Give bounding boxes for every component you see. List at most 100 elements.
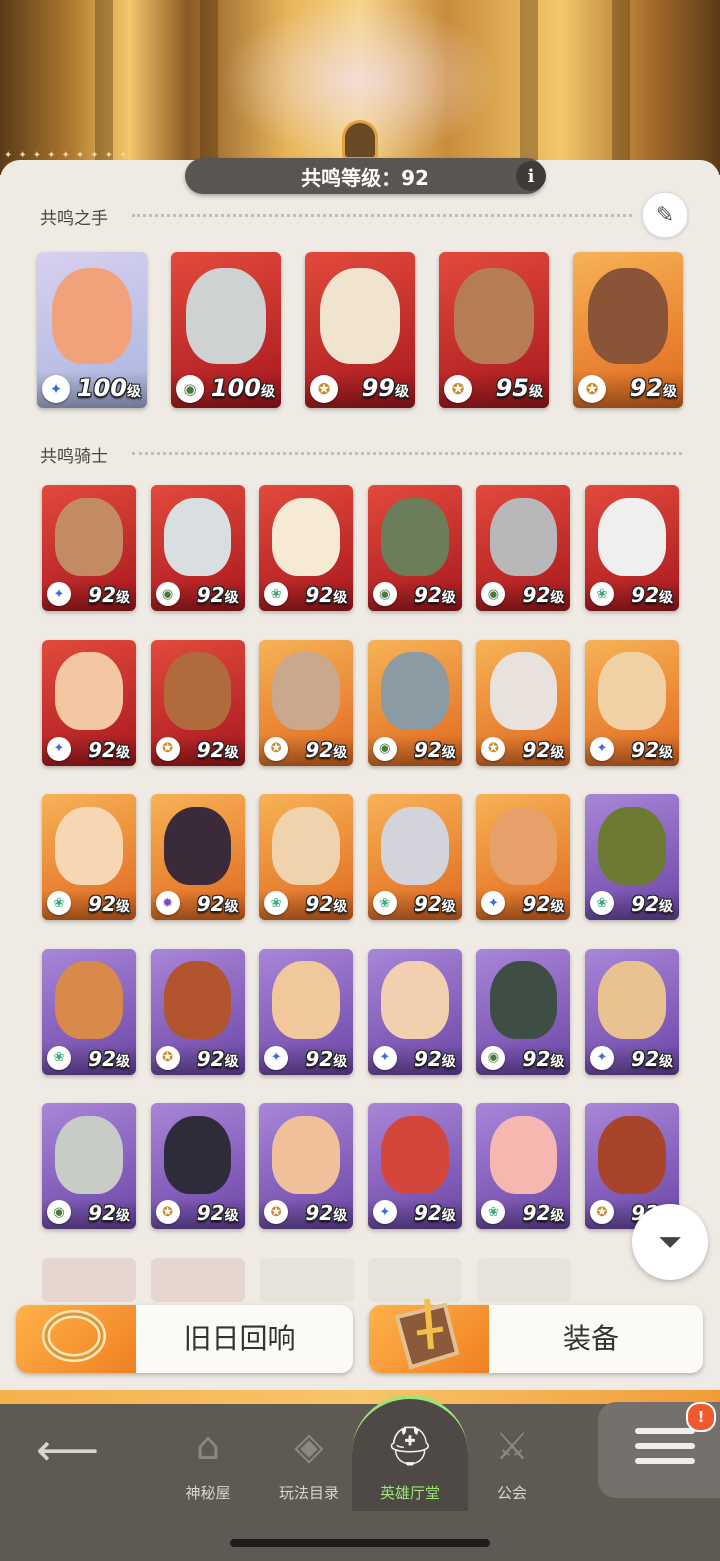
level-number: 92 — [196, 1201, 225, 1225]
hero-card[interactable]: ✦ 92级 — [42, 485, 136, 611]
quill-icon: ✎ — [655, 202, 675, 228]
hero-level: 92级 — [88, 1047, 130, 1071]
hero-level: 92级 — [88, 1201, 130, 1225]
hero-portrait — [55, 652, 123, 731]
info-button[interactable]: i — [516, 161, 546, 191]
nav-item-label: 英雄厅堂 — [379, 1484, 440, 1502]
faction-emblem-icon: ◉ — [481, 1045, 506, 1070]
hero-portrait — [55, 961, 123, 1040]
nav-item-guild[interactable]: ⚔ 公会 — [467, 1402, 557, 1512]
hero-card[interactable]: ✹ 92级 — [150, 794, 245, 920]
quill-edit-button[interactable]: ✎ — [642, 192, 688, 238]
hero-card[interactable]: ◉ 92级 — [367, 639, 462, 766]
home-indicator — [230, 1539, 490, 1547]
faction-emblem-icon: ✦ — [47, 582, 71, 606]
hero-card[interactable]: ✦ 92级 — [42, 639, 136, 766]
hero-card[interactable]: ✦ 92级 — [476, 794, 571, 920]
hero-card[interactable]: ◉ 92级 — [476, 948, 571, 1075]
nav-item-hero-hall[interactable]: ⛑ 英雄厅堂 — [365, 1402, 455, 1512]
faction-emblem-icon: ✦ — [590, 1045, 614, 1070]
back-arrow-icon[interactable]: ⟵ — [36, 1425, 99, 1476]
hero-card[interactable]: ◉ 92级 — [42, 1103, 136, 1229]
hero-portrait — [489, 806, 558, 885]
level-unit: 级 — [333, 1208, 348, 1224]
hero-card[interactable]: ◉ 100级 — [171, 252, 281, 408]
hero-level: 100级 — [77, 374, 141, 402]
faction-emblem-icon: ❀ — [264, 582, 289, 606]
level-number: 99 — [361, 374, 395, 402]
level-unit: 级 — [116, 590, 130, 606]
hero-card[interactable]: ✪ 92级 — [259, 1103, 354, 1229]
guild-icon: ⚔ — [494, 1424, 530, 1468]
hero-card[interactable]: ◉ 92级 — [476, 485, 571, 611]
hero-card[interactable]: ✪ 92级 — [150, 1103, 245, 1229]
hero-card-partial[interactable] — [151, 1258, 245, 1302]
hero-card[interactable]: ◉ 92级 — [367, 485, 462, 611]
hero-portrait — [186, 267, 266, 365]
nav-item-modes-catalog[interactable]: ◈ 玩法目录 — [264, 1402, 354, 1512]
faction-emblem-icon: ❀ — [372, 891, 397, 915]
hero-card[interactable]: ✦ 92级 — [585, 639, 679, 766]
hero-card[interactable]: ✪ 92级 — [150, 639, 245, 766]
hero-card[interactable]: ❀ 92级 — [259, 794, 354, 920]
hero-portrait — [598, 806, 666, 885]
faction-emblem-icon: ✪ — [310, 375, 338, 403]
equipment-button[interactable]: 装备 — [369, 1298, 703, 1373]
hero-level: 92级 — [631, 1047, 673, 1071]
level-unit: 级 — [441, 744, 456, 761]
level-number: 92 — [305, 1046, 334, 1071]
hero-card[interactable]: ✦ 92级 — [585, 948, 679, 1075]
resonance-level-bar: 共鸣等级：92 — [185, 158, 545, 194]
level-number: 92 — [631, 1046, 659, 1071]
hero-card[interactable]: ✪ 92级 — [150, 948, 245, 1075]
hero-level: 92级 — [88, 738, 130, 762]
level-unit: 级 — [116, 1208, 130, 1224]
faction-emblem-icon: ❀ — [47, 1045, 71, 1070]
hero-card[interactable]: ✦ 92级 — [367, 1103, 462, 1229]
hero-hall-icon: ⛑ — [385, 1423, 435, 1468]
hero-card[interactable]: ❀ 92级 — [476, 1103, 571, 1229]
nav-item-label: 公会 — [496, 1484, 527, 1502]
hero-card[interactable]: ❀ 92级 — [259, 485, 354, 611]
level-number: 92 — [631, 737, 659, 762]
hero-card[interactable]: ✦ 100级 — [37, 252, 147, 408]
hero-card[interactable]: ✦ 92级 — [259, 948, 354, 1075]
echo-button[interactable]: 旧日回响 — [16, 1305, 353, 1373]
nav-item-mystery-house[interactable]: ⌂ 神秘屋 — [163, 1402, 253, 1512]
level-unit: 级 — [395, 384, 409, 400]
faction-emblem-icon: ❀ — [590, 582, 614, 606]
hero-card[interactable]: ✪ 92级 — [259, 639, 354, 766]
filter-button[interactable]: ⏷ — [632, 1204, 708, 1280]
level-number: 92 — [413, 1046, 442, 1071]
hero-level: 92级 — [197, 892, 239, 916]
hero-level: 92级 — [88, 583, 130, 607]
level-number: 100 — [76, 374, 127, 402]
hero-portrait — [454, 267, 534, 365]
hero-portrait — [55, 1115, 123, 1194]
hero-card[interactable]: ✦ 92级 — [367, 948, 462, 1075]
level-unit: 级 — [659, 899, 673, 915]
hero-card[interactable]: ❀ 92级 — [42, 794, 136, 920]
modes-catalog-icon: ◈ — [294, 1424, 324, 1468]
shield-sword-icon — [387, 1293, 467, 1375]
hero-card[interactable]: ◉ 92级 — [150, 485, 245, 611]
hero-card[interactable]: ✪ 99级 — [305, 252, 415, 408]
info-icon: i — [527, 165, 535, 187]
hero-card[interactable]: ❀ 92级 — [367, 794, 462, 920]
hero-card[interactable]: ❀ 92级 — [585, 485, 679, 611]
level-number: 92 — [629, 374, 663, 402]
level-unit: 级 — [441, 1208, 456, 1224]
hero-card[interactable]: ✪ 95级 — [439, 252, 549, 408]
hero-portrait — [598, 1115, 666, 1194]
hero-level: 92级 — [414, 738, 456, 762]
hero-level: 100级 — [211, 374, 275, 402]
hero-card[interactable]: ❀ 92级 — [42, 948, 136, 1075]
hero-card[interactable]: ✪ 92级 — [476, 639, 571, 766]
hero-portrait — [163, 652, 232, 731]
level-number: 92 — [88, 1046, 116, 1071]
hero-portrait — [380, 961, 449, 1040]
level-unit: 级 — [663, 384, 677, 400]
level-number: 92 — [631, 892, 659, 916]
hero-card[interactable]: ❀ 92级 — [585, 794, 679, 920]
hero-card[interactable]: ✪ 92级 — [573, 252, 683, 408]
